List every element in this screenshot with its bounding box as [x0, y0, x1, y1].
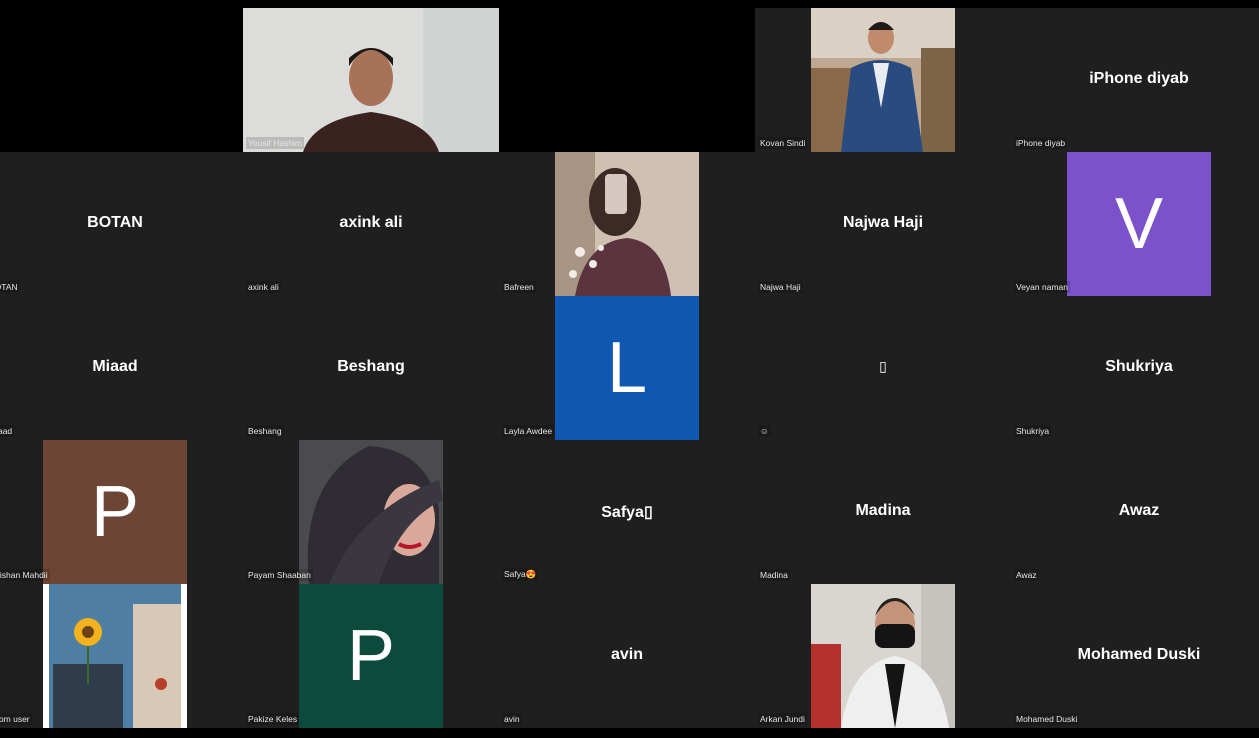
participant-name-label: Arkan Jundi	[758, 713, 807, 725]
participant-tile-bafreen[interactable]: Bafreen	[499, 152, 755, 296]
avatar: P	[43, 440, 187, 584]
participant-name-label: Kovan Sindi	[758, 137, 808, 149]
participant-display-name: Awaz	[1118, 502, 1160, 519]
video-feed-kovan	[811, 8, 955, 152]
video-feed-payam	[299, 440, 443, 584]
participant-name-label: axink ali	[246, 281, 281, 293]
participant-name-label: Yousif Hashim	[246, 137, 305, 149]
participant-name-label: Veyan naman	[1014, 281, 1070, 293]
participant-tile-iphone[interactable]: iPhone diyab iPhone diyab	[1011, 8, 1259, 152]
video-grid: Yousif Hashim Kovan Sindi iPhone diyab i…	[0, 8, 1259, 730]
participant-name-label: Beshang	[246, 425, 284, 437]
participant-tile-madina[interactable]: Madina Madina	[755, 440, 1011, 584]
participant-display-name: axink ali	[339, 214, 403, 231]
participant-name-label: Najwa Haji	[758, 281, 803, 293]
avatar: P	[299, 584, 443, 728]
participant-name-label: Pakize Keles	[246, 713, 300, 725]
participant-name-label: avin	[502, 713, 522, 725]
video-feed-yousif	[243, 8, 499, 152]
participant-name-label: Safya😍	[502, 568, 539, 581]
participant-tile-botan[interactable]: BOTAN BOTAN	[0, 152, 243, 296]
participant-video	[811, 584, 955, 728]
participant-tile-emoji[interactable]: ▯ ☺	[755, 296, 1011, 440]
participant-display-name: Madina	[855, 502, 911, 519]
participant-name-label: Mohamed Duski	[1014, 713, 1080, 725]
participant-tile-najwa[interactable]: Najwa Haji Najwa Haji	[755, 152, 1011, 296]
participant-tile-pakize[interactable]: P Pakize Keles	[243, 584, 499, 728]
participant-video	[243, 8, 499, 152]
participant-video	[811, 8, 955, 152]
participant-display-name: BOTAN	[87, 214, 143, 231]
participant-display-name: iPhone diyab	[1089, 70, 1189, 87]
participant-tile-shukriya[interactable]: Shukriya Shukriya	[1011, 296, 1259, 440]
participant-video	[555, 152, 699, 296]
participant-tile-avin[interactable]: avin avin	[499, 584, 755, 728]
participant-tile-miaad[interactable]: Miaad Miaad	[0, 296, 243, 440]
participant-tile-yousif[interactable]: Yousif Hashim	[243, 8, 499, 152]
participant-tile-zoom-user[interactable]: Zoom user	[0, 584, 243, 728]
participant-name-label: Payam Shaaban	[246, 569, 313, 581]
video-feed-bafreen	[555, 152, 699, 296]
video-feed-zoom-user	[43, 584, 187, 728]
participant-name-label: iPhone diyab	[1014, 137, 1068, 149]
participant-display-name: avin	[610, 646, 643, 663]
participant-video	[299, 440, 443, 584]
participant-name-label: Awaz	[1014, 569, 1039, 581]
participant-name-label: BOTAN	[0, 281, 20, 293]
participant-tile-beshang[interactable]: Beshang Beshang	[243, 296, 499, 440]
participant-name-label: Bafreen	[502, 281, 536, 293]
participant-display-name: ▯	[879, 358, 887, 374]
video-feed-arkan	[811, 584, 955, 728]
participant-display-name: Najwa Haji	[842, 214, 924, 231]
participant-tile-arkan[interactable]: Arkan Jundi	[755, 584, 1011, 728]
participant-name-label: Nirishan Mahdii	[0, 569, 50, 581]
participant-name-label: Layla Awdee	[502, 425, 555, 437]
participant-name-label: ☺	[758, 425, 771, 437]
participant-tile-awaz[interactable]: Awaz Awaz	[1011, 440, 1259, 584]
avatar: V	[1067, 152, 1211, 296]
participant-display-name: Shukriya	[1105, 358, 1173, 375]
participant-display-name: Safya▯	[601, 504, 653, 521]
participant-display-name: Mohamed Duski	[1077, 646, 1201, 663]
participant-display-name: Beshang	[337, 358, 405, 375]
participant-name-label: Madina	[758, 569, 790, 581]
participant-name-label: Miaad	[0, 425, 15, 437]
participant-name-label: Zoom user	[0, 713, 32, 725]
participant-tile-safya[interactable]: Safya▯ Safya😍	[499, 440, 755, 584]
participant-tile-mohamed[interactable]: Mohamed Duski Mohamed Duski	[1011, 584, 1259, 728]
participant-name-label: Shukriya	[1014, 425, 1052, 437]
participant-display-name: Miaad	[92, 358, 138, 375]
participant-tile-veyan[interactable]: V Veyan naman	[1011, 152, 1259, 296]
avatar: L	[555, 296, 699, 440]
participant-tile-layla[interactable]: L Layla Awdee	[499, 296, 755, 440]
participant-tile-payam[interactable]: Payam Shaaban	[243, 440, 499, 584]
participant-video	[43, 584, 187, 728]
participant-tile-kovan[interactable]: Kovan Sindi	[755, 8, 1011, 152]
participant-tile-axink[interactable]: axink ali axink ali	[243, 152, 499, 296]
participant-tile-nirishan[interactable]: P Nirishan Mahdii	[0, 440, 243, 584]
